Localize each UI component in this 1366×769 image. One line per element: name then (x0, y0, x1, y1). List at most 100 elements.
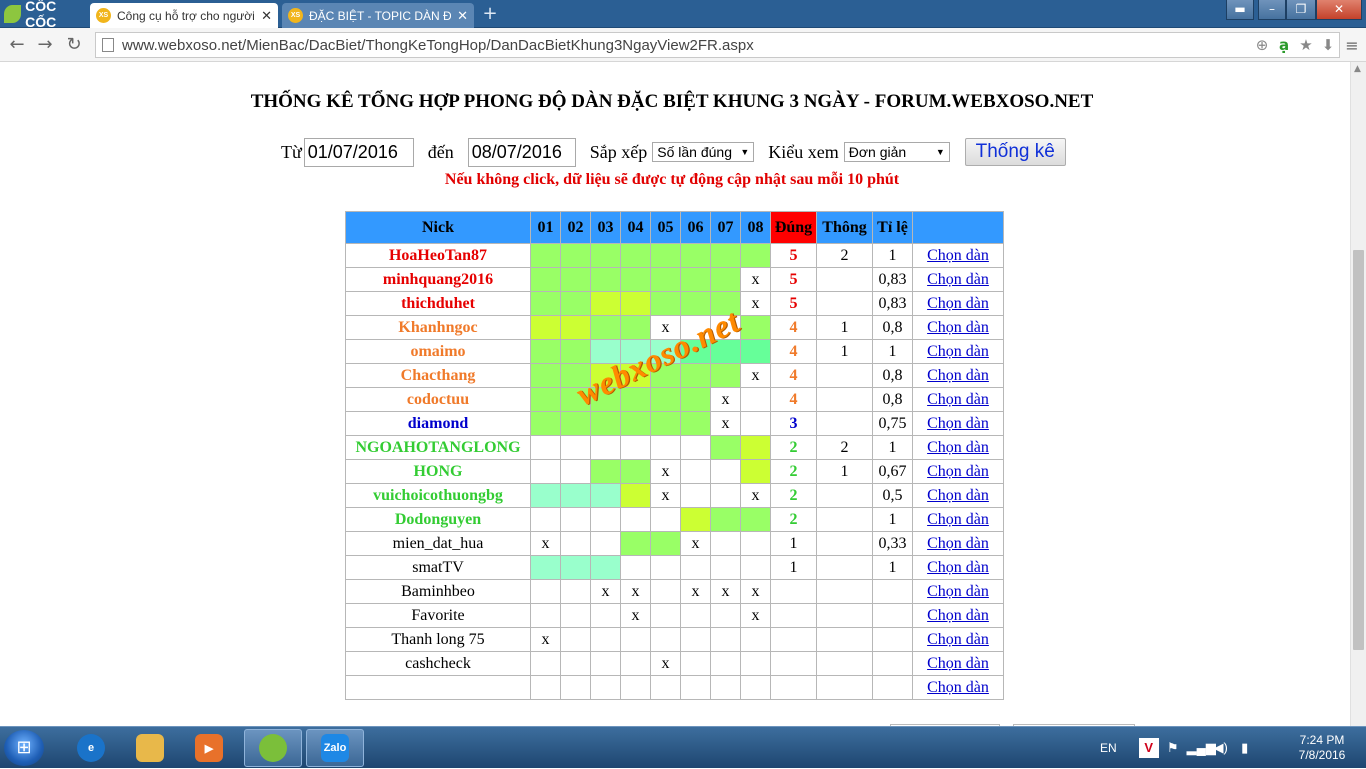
choose-set-link[interactable]: Chọn dàn (927, 319, 989, 336)
day-cell: x (740, 579, 771, 604)
day-cell (680, 363, 711, 388)
taskbar-app-button[interactable]: Zalo (306, 729, 364, 767)
battery-icon[interactable]: ▮ (1235, 738, 1255, 758)
choose-set-link[interactable]: Chọn dàn (927, 295, 989, 312)
taskbar-app-button[interactable] (244, 729, 302, 767)
from-label: Từ (281, 141, 302, 162)
choose-set-link[interactable]: Chọn dàn (927, 487, 989, 504)
day-cell (560, 291, 591, 316)
tab-title: Công cụ hỗ trợ cho người (117, 8, 255, 23)
day-cell (680, 627, 711, 652)
choose-set-link[interactable]: Chọn dàn (927, 463, 989, 480)
language-indicator[interactable]: EN (1100, 741, 1117, 755)
choose-set-link[interactable]: Chọn dàn (927, 583, 989, 600)
page-content: THỐNG KÊ TỔNG HỢP PHONG ĐỘ DÀN ĐẶC BIỆT … (0, 62, 1350, 726)
taskbar-app-button[interactable] (121, 729, 179, 767)
day-cell (680, 459, 711, 484)
taskbar-app-button[interactable]: e (62, 729, 120, 767)
explorer-icon (136, 734, 164, 762)
download-icon[interactable]: ⬇ (1317, 34, 1339, 56)
from-date-input[interactable] (303, 137, 414, 167)
day-cell (590, 555, 621, 580)
choose-set-link[interactable]: Chọn dàn (927, 415, 989, 432)
day-cell (650, 627, 681, 652)
choose-set-link[interactable]: Chọn dàn (927, 439, 989, 456)
nick-cell: Dodonguyen (345, 507, 531, 532)
choose-set-link[interactable]: Chọn dàn (927, 559, 989, 576)
window-close-button[interactable]: ✕ (1316, 0, 1362, 20)
zalo-icon: Zalo (321, 734, 349, 762)
close-icon[interactable]: ✕ (261, 8, 272, 24)
choose-set-link[interactable]: Chọn dàn (927, 679, 989, 696)
choose-set-link[interactable]: Chọn dàn (927, 343, 989, 360)
statistics-button[interactable]: Thống kê (964, 138, 1066, 166)
action-cell: Chọn dàn (912, 555, 1004, 580)
tab-webxoso-tools[interactable]: XS Công cụ hỗ trợ cho người ✕ (90, 3, 278, 28)
nick-cell: HONG (345, 459, 531, 484)
profile-button[interactable]: ▬ (1226, 0, 1254, 20)
antivirus-icon[interactable]: V (1138, 738, 1159, 758)
streak-cell: 1 (816, 339, 873, 364)
table-row: NGOAHOTANGLONG 2 2 1 Chọn dàn (345, 435, 1004, 460)
day-cell (740, 411, 771, 436)
menu-button[interactable]: ≡ (1344, 36, 1360, 55)
day-cell (710, 435, 741, 460)
browser-logo[interactable]: CỐC CỐC (0, 0, 88, 30)
day-cell (560, 435, 591, 460)
choose-set-link[interactable]: Chọn dàn (927, 511, 989, 528)
day-cell (590, 675, 621, 700)
choose-set-link[interactable]: Chọn dàn (927, 247, 989, 264)
ratio-cell: 0,33 (872, 531, 913, 556)
ie-icon: e (77, 734, 105, 762)
day-cell (620, 315, 651, 340)
correct-count-cell: 2 (770, 507, 817, 532)
reload-button[interactable]: ↻ (63, 34, 85, 56)
volume-icon[interactable]: ◀) (1211, 738, 1231, 758)
day-cell (560, 315, 591, 340)
day-cell (620, 555, 651, 580)
action-cell: Chọn dàn (912, 291, 1004, 316)
choose-set-link[interactable]: Chọn dàn (927, 271, 989, 288)
zoom-icon[interactable]: ⊕ (1251, 34, 1273, 56)
clock[interactable]: 7:24 PM 7/8/2016 (1284, 733, 1360, 763)
choose-set-link[interactable]: Chọn dàn (927, 391, 989, 408)
day-cell (590, 291, 621, 316)
signal-icon[interactable]: ▂▄▆ (1187, 738, 1216, 758)
day-cell (560, 387, 591, 412)
vietnamese-input-icon[interactable]: ạ (1273, 34, 1295, 56)
url-text[interactable]: www.webxoso.net/MienBac/DacBiet/ThongKeT… (122, 37, 1251, 54)
sort-select[interactable]: Số lần đúng ▼ (652, 142, 755, 162)
to-date-input[interactable] (467, 137, 576, 167)
scroll-up-icon[interactable]: ▲ (1354, 64, 1361, 74)
day-cell (590, 387, 621, 412)
scrollbar-thumb[interactable] (1353, 250, 1364, 650)
page-scrollbar[interactable]: ▲ (1350, 62, 1366, 726)
correct-count-cell: 2 (770, 483, 817, 508)
maximize-button[interactable]: ❐ (1286, 0, 1316, 20)
forward-button[interactable]: → (34, 34, 56, 56)
start-button[interactable]: ⊞ (4, 730, 44, 766)
view-select[interactable]: Đơn giản ▼ (843, 142, 950, 162)
address-bar[interactable]: www.webxoso.net/MienBac/DacBiet/ThongKeT… (95, 32, 1340, 58)
day-cell (530, 435, 561, 460)
day-cell (710, 291, 741, 316)
new-tab-button[interactable]: + (480, 4, 500, 24)
day-cell (590, 315, 621, 340)
action-cell: Chọn dàn (912, 411, 1004, 436)
flag-icon[interactable]: ⚑ (1163, 738, 1183, 758)
tab-topic-dan[interactable]: XS ĐẶC BIỆT - TOPIC DÀN ĐẶ ✕ (282, 3, 474, 28)
close-icon[interactable]: ✕ (457, 8, 468, 24)
nick-cell (345, 675, 531, 700)
choose-set-link[interactable]: Chọn dàn (927, 631, 989, 648)
taskbar-app-button[interactable]: ▶ (180, 729, 238, 767)
choose-set-link[interactable]: Chọn dàn (927, 535, 989, 552)
day-cell (680, 483, 711, 508)
minimize-button[interactable]: – (1258, 0, 1286, 20)
choose-set-link[interactable]: Chọn dàn (927, 607, 989, 624)
column-header: 07 (710, 211, 741, 244)
clock-time: 7:24 PM (1299, 733, 1345, 747)
choose-set-link[interactable]: Chọn dàn (927, 367, 989, 384)
back-button[interactable]: ← (6, 34, 28, 56)
choose-set-link[interactable]: Chọn dàn (927, 655, 989, 672)
star-icon[interactable]: ★ (1295, 34, 1317, 56)
